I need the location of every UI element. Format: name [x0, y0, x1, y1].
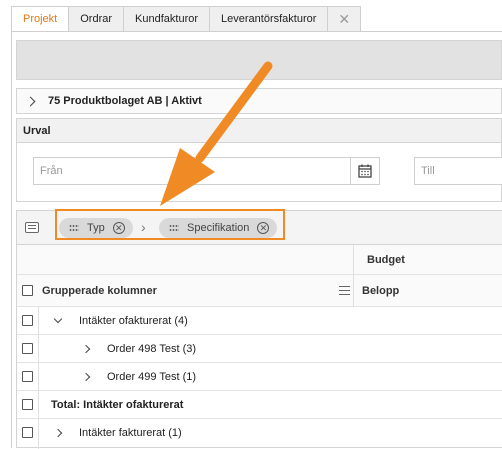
annotation-arrow-icon	[160, 61, 273, 206]
